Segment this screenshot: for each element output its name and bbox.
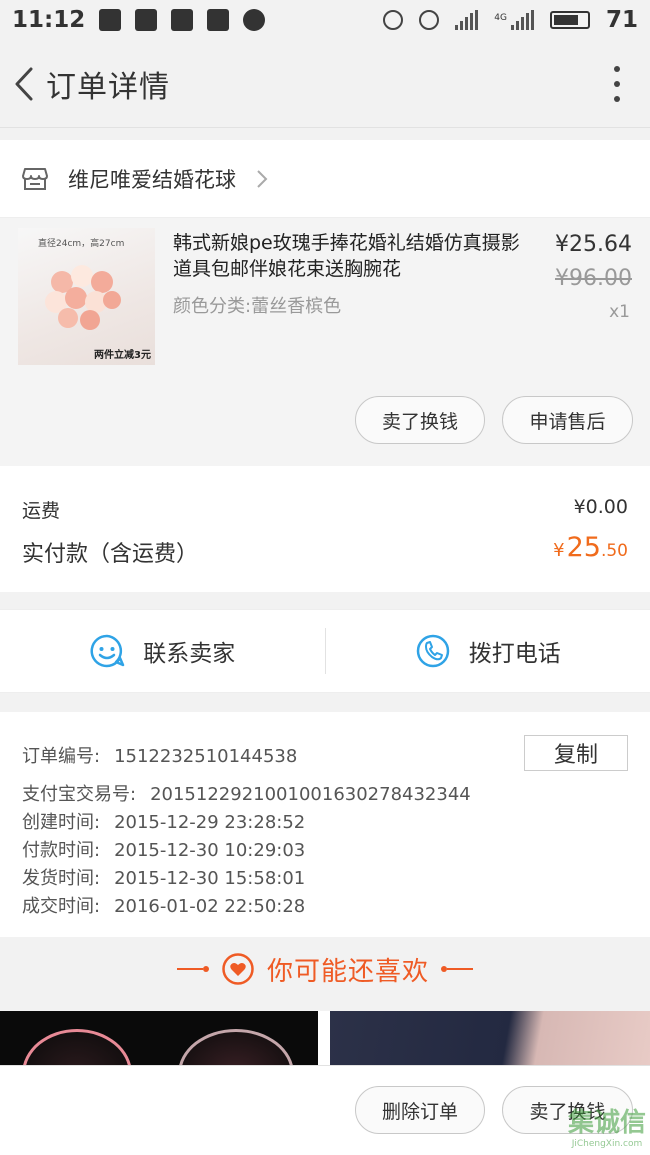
call-phone-button[interactable]: 拨打电话 <box>326 610 650 692</box>
product-image[interactable]: 直径24cm，高27cm 两件立减3元 <box>18 228 155 365</box>
signal-icon-2 <box>510 10 534 30</box>
product-photo <box>178 1029 294 1065</box>
notification-icons <box>99 9 266 31</box>
signal-icon <box>455 10 479 30</box>
price-current: ¥25.64 <box>555 232 632 257</box>
contact-row: 联系卖家 拨打电话 <box>0 609 650 693</box>
status-bar: 11:12 4G 71 <box>0 0 650 40</box>
total-value: ¥ 25 .50 <box>553 532 628 563</box>
shipped-label: 发货时间: <box>22 868 101 889</box>
shipped-row: 发货时间: 2015-12-30 15:58:01 <box>22 864 305 890</box>
page-title: 订单详情 <box>46 69 170 105</box>
recommend-header: 你可能还喜欢 <box>0 937 650 1001</box>
chevron-left-icon <box>15 67 33 100</box>
freight-label: 运费 <box>22 500 61 522</box>
heart-icon <box>222 953 254 985</box>
order-number-value: 1512232510144538 <box>114 746 298 767</box>
cost-section: 运费 ¥0.00 实付款（含运费） ¥ 25 .50 <box>0 466 650 592</box>
completed-value: 2016-01-02 22:50:28 <box>114 896 306 917</box>
created-row: 创建时间: 2015-12-29 23:28:52 <box>22 808 305 834</box>
message-icon <box>135 9 158 31</box>
app-header: 订单详情 <box>0 40 650 128</box>
phone-icon <box>416 634 449 668</box>
chat-face-icon <box>90 634 125 668</box>
recommend-item-image[interactable] <box>0 1011 318 1065</box>
recommend-item-image[interactable] <box>330 1011 650 1065</box>
completed-row: 成交时间: 2016-01-02 22:50:28 <box>22 892 305 918</box>
paid-value: 2015-12-30 10:29:03 <box>114 840 306 861</box>
bottom-action-bar: 删除订单 卖了换钱 集诚信 JiChengXin.com <box>0 1065 650 1155</box>
store-link[interactable]: 维尼唯爱结婚花球 <box>0 140 650 218</box>
order-info-section: 订单编号: 1512232510144538 复制 支付宝交易号: 20151229… <box>0 712 650 937</box>
alipay-label: 支付宝交易号: <box>22 784 137 805</box>
dot-icon <box>614 66 620 72</box>
rose-bouquet-image <box>45 265 121 330</box>
qq-icon <box>99 9 122 31</box>
product-sku: 颜色分类:蕾丝香槟色 <box>173 296 342 317</box>
mail-icon <box>207 9 230 31</box>
watermark-sub: JiChengXin.com <box>571 1139 643 1149</box>
recommend-title: 你可能还喜欢 <box>266 956 429 987</box>
order-number-row: 订单编号: 1512232510144538 <box>22 742 297 768</box>
sell-for-cash-button[interactable]: 卖了换钱 <box>355 396 485 444</box>
call-phone-label: 拨打电话 <box>468 641 561 667</box>
recommend-grid <box>0 1011 650 1065</box>
status-right: 4G 71 <box>383 7 638 33</box>
store-name: 维尼唯爱结婚花球 <box>68 167 236 192</box>
product-section: 直径24cm，高27cm 两件立减3元 韩式新娘pe玫瑰手捧花婚礼结婚仿真摄影道… <box>0 218 650 466</box>
created-value: 2015-12-29 23:28:52 <box>114 812 306 833</box>
delete-order-button[interactable]: 删除订单 <box>355 1086 485 1134</box>
image-caption-bottom: 两件立减3元 <box>94 350 151 361</box>
paid-label: 付款时间: <box>22 840 101 861</box>
browser-icon <box>243 9 266 31</box>
store-icon <box>22 167 48 190</box>
news-icon <box>171 9 194 31</box>
total-integer: 25 <box>566 532 601 563</box>
more-menu-button[interactable] <box>612 66 622 102</box>
network-type: 4G <box>494 13 507 23</box>
alipay-value: 2015122921001001630278432344 <box>150 784 471 805</box>
battery-icon <box>549 11 590 29</box>
contact-seller-label: 联系卖家 <box>143 641 236 667</box>
order-number-label: 订单编号: <box>22 746 101 767</box>
status-time: 11:12 <box>12 7 86 33</box>
contact-seller-button[interactable]: 联系卖家 <box>0 610 325 692</box>
product-photo <box>22 1029 132 1065</box>
shipped-value: 2015-12-30 15:58:01 <box>114 868 306 889</box>
product-title[interactable]: 韩式新娘pe玫瑰手捧花婚礼结婚仿真摄影道具包邮伴娘花束送胸腕花 <box>173 230 528 282</box>
decor-line-left <box>176 966 209 972</box>
image-caption-top: 直径24cm，高27cm <box>38 239 125 249</box>
after-sale-button[interactable]: 申请售后 <box>502 396 633 444</box>
created-label: 创建时间: <box>22 812 101 833</box>
completed-label: 成交时间: <box>22 896 101 917</box>
chevron-right-icon <box>257 169 268 188</box>
total-currency: ¥ <box>553 540 565 561</box>
total-label: 实付款（含运费） <box>22 542 199 567</box>
headphone-icon <box>383 10 404 30</box>
quantity: x1 <box>609 302 630 322</box>
price-original: ¥96.00 <box>555 266 632 291</box>
battery-percent: 71 <box>605 7 638 33</box>
dot-icon <box>614 81 620 87</box>
dot-icon <box>614 96 620 102</box>
back-button[interactable] <box>2 40 46 128</box>
paid-row: 付款时间: 2015-12-30 10:29:03 <box>22 836 305 862</box>
alarm-icon <box>419 10 440 30</box>
watermark-main: 集诚信 <box>567 1108 646 1138</box>
copy-button[interactable]: 复制 <box>524 735 628 771</box>
decor-line-right <box>441 966 473 972</box>
alipay-row: 支付宝交易号: 2015122921001001630278432344 <box>22 780 471 806</box>
freight-value: ¥0.00 <box>573 496 628 518</box>
total-decimal: .50 <box>600 541 628 561</box>
watermark-logo: 集诚信 JiChengXin.com <box>568 1102 646 1149</box>
